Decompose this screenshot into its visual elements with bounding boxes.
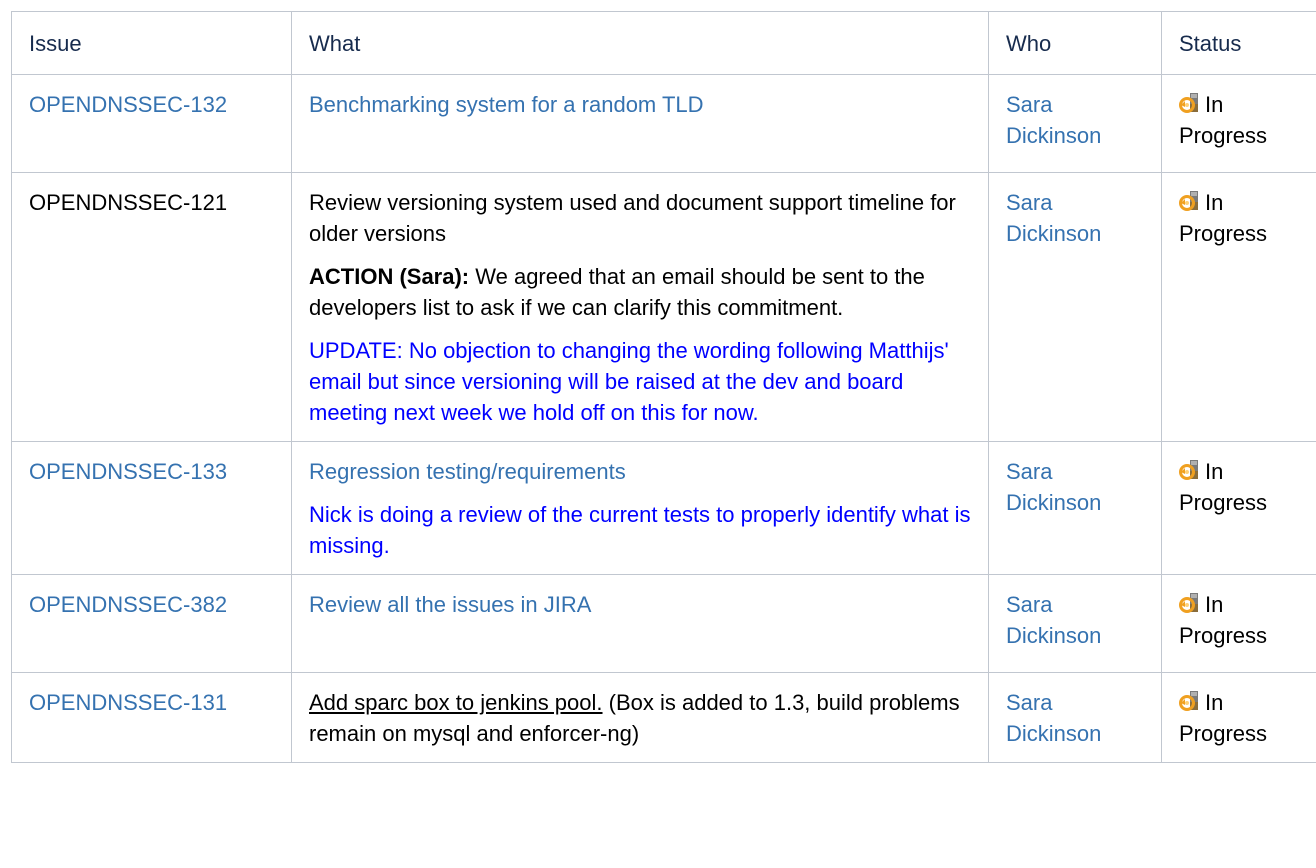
- user-first-name: Sara: [1006, 459, 1053, 484]
- who-cell: Sara Dickinson: [988, 441, 1162, 575]
- table-row: OPENDNSSEC-132 Benchmarking system for a…: [11, 74, 1316, 173]
- user-first-name: Sara: [1006, 690, 1053, 715]
- status-word-1: In: [1205, 690, 1224, 715]
- status-word-1: In: [1205, 592, 1224, 617]
- what-cell: Regression testing/requirements Nick is …: [291, 441, 989, 575]
- what-link[interactable]: Review all the issues in JIRA: [309, 592, 591, 617]
- issues-table: Issue What Who Status OPENDNSSEC-132 Ben…: [11, 11, 1316, 763]
- user-last-name: Dickinson: [1006, 623, 1102, 648]
- who-cell: Sara Dickinson: [988, 172, 1162, 442]
- what-link[interactable]: Benchmarking system for a random TLD: [309, 92, 704, 117]
- who-cell: Sara Dickinson: [988, 574, 1162, 673]
- user-link[interactable]: Sara Dickinson: [1006, 592, 1101, 648]
- status-word-2: Progress: [1179, 623, 1268, 648]
- what-cell: Benchmarking system for a random TLD: [291, 74, 989, 173]
- status-cell: In Progress: [1161, 172, 1316, 442]
- status-cell: In Progress: [1161, 672, 1316, 763]
- status-word-2: Progress: [1179, 221, 1268, 246]
- in-progress-icon: [1179, 459, 1201, 481]
- what-link[interactable]: Regression testing/requirements: [309, 459, 626, 484]
- header-who: Who: [988, 11, 1162, 75]
- table-row: OPENDNSSEC-133 Regression testing/requir…: [11, 441, 1316, 575]
- table-header-row: Issue What Who Status: [11, 11, 1316, 75]
- issue-link[interactable]: OPENDNSSEC-131: [29, 690, 227, 715]
- user-last-name: Dickinson: [1006, 123, 1102, 148]
- status-word-2: Progress: [1179, 123, 1268, 148]
- table-row: OPENDNSSEC-131 Add sparc box to jenkins …: [11, 672, 1316, 763]
- user-last-name: Dickinson: [1006, 221, 1102, 246]
- user-link[interactable]: Sara Dickinson: [1006, 690, 1101, 746]
- what-cell: Review all the issues in JIRA: [291, 574, 989, 673]
- what-underlined[interactable]: Add sparc box to jenkins pool.: [309, 690, 603, 715]
- status-word-2: Progress: [1179, 490, 1268, 515]
- in-progress-icon: [1179, 92, 1201, 114]
- status-cell: In Progress: [1161, 74, 1316, 173]
- in-progress-icon: [1179, 690, 1201, 712]
- what-cell: Add sparc box to jenkins pool. (Box is a…: [291, 672, 989, 763]
- status-word-1: In: [1205, 459, 1224, 484]
- status-word-1: In: [1205, 92, 1224, 117]
- what-text: Review versioning system used and docume…: [309, 190, 956, 246]
- table-row: OPENDNSSEC-382 Review all the issues in …: [11, 574, 1316, 673]
- user-link[interactable]: Sara Dickinson: [1006, 459, 1101, 515]
- status-cell: In Progress: [1161, 574, 1316, 673]
- update-text: UPDATE: No objection to changing the wor…: [309, 338, 949, 425]
- header-status: Status: [1161, 11, 1316, 75]
- user-first-name: Sara: [1006, 592, 1053, 617]
- action-paragraph: ACTION (Sara): We agreed that an email s…: [309, 261, 971, 323]
- header-what: What: [291, 11, 989, 75]
- user-last-name: Dickinson: [1006, 490, 1102, 515]
- status-word-1: In: [1205, 190, 1224, 215]
- issue-cell: OPENDNSSEC-133: [11, 441, 292, 575]
- issue-link[interactable]: OPENDNSSEC-382: [29, 592, 227, 617]
- issue-cell: OPENDNSSEC-132: [11, 74, 292, 173]
- table-row: OPENDNSSEC-121 Review versioning system …: [11, 172, 1316, 442]
- user-last-name: Dickinson: [1006, 721, 1102, 746]
- issue-link[interactable]: OPENDNSSEC-133: [29, 459, 227, 484]
- note-text: Nick is doing a review of the current te…: [309, 502, 971, 558]
- in-progress-icon: [1179, 592, 1201, 614]
- header-issue: Issue: [11, 11, 292, 75]
- user-first-name: Sara: [1006, 92, 1053, 117]
- user-link[interactable]: Sara Dickinson: [1006, 92, 1101, 148]
- in-progress-icon: [1179, 190, 1201, 212]
- user-link[interactable]: Sara Dickinson: [1006, 190, 1101, 246]
- issue-cell: OPENDNSSEC-382: [11, 574, 292, 673]
- status-cell: In Progress: [1161, 441, 1316, 575]
- who-cell: Sara Dickinson: [988, 74, 1162, 173]
- issue-cell: OPENDNSSEC-131: [11, 672, 292, 763]
- issue-link[interactable]: OPENDNSSEC-132: [29, 92, 227, 117]
- action-label: ACTION (Sara):: [309, 264, 470, 289]
- user-first-name: Sara: [1006, 190, 1053, 215]
- issue-cell: OPENDNSSEC-121: [11, 172, 292, 442]
- who-cell: Sara Dickinson: [988, 672, 1162, 763]
- issue-id: OPENDNSSEC-121: [29, 190, 228, 215]
- status-word-2: Progress: [1179, 721, 1268, 746]
- what-cell: Review versioning system used and docume…: [291, 172, 989, 442]
